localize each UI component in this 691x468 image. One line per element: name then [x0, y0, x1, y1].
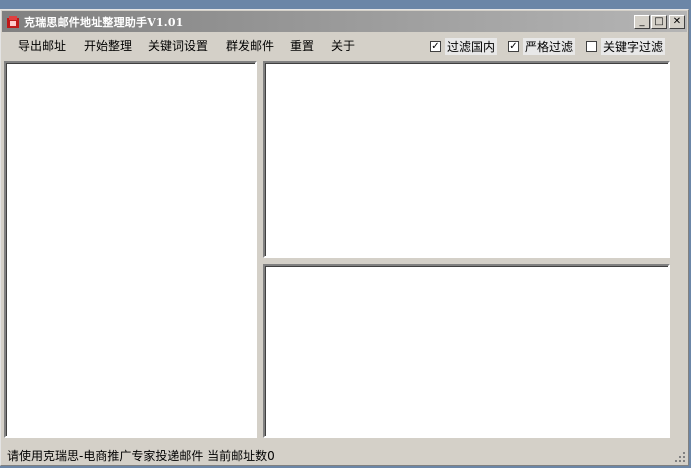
- title-bar[interactable]: 克瑞思邮件地址整理助手V1.01 _ □ ✕: [2, 11, 687, 32]
- menu-export-emails[interactable]: 导出邮址: [18, 37, 66, 54]
- maximize-icon: □: [654, 16, 664, 27]
- resize-grip-icon[interactable]: [674, 451, 686, 463]
- menu-bulk-mail[interactable]: 群发邮件: [226, 37, 274, 54]
- menu-bar: 导出邮址 开始整理 关键词设置 群发邮件 重置 关于 ✓ 过滤国内 ✓ 严格过滤…: [1, 32, 688, 56]
- checkbox-box[interactable]: [586, 41, 597, 52]
- menu-start-organize[interactable]: 开始整理: [84, 37, 132, 54]
- filter-strict-checkbox[interactable]: ✓ 严格过滤: [508, 38, 576, 55]
- menu-about[interactable]: 关于: [331, 37, 355, 54]
- menu-keyword-settings[interactable]: 关键词设置: [148, 37, 208, 54]
- filter-keyword-label: 关键字过滤: [601, 38, 666, 55]
- minimize-icon: _: [639, 16, 645, 27]
- menu-reset[interactable]: 重置: [290, 37, 314, 54]
- status-bar: 请使用克瑞思-电商推广专家投递邮件 当前邮址数0: [3, 443, 686, 463]
- close-button[interactable]: ✕: [669, 15, 685, 29]
- filtered-textarea[interactable]: [263, 264, 670, 438]
- filter-domestic-checkbox[interactable]: ✓ 过滤国内: [430, 38, 498, 55]
- checkbox-box[interactable]: ✓: [430, 41, 441, 52]
- minimize-button[interactable]: _: [634, 15, 650, 29]
- main-window: 克瑞思邮件地址整理助手V1.01 _ □ ✕ 导出邮址 开始整理 关键词设置 群…: [0, 9, 689, 466]
- filter-strict-label: 严格过滤: [523, 38, 576, 55]
- window-title: 克瑞思邮件地址整理助手V1.01: [24, 16, 184, 29]
- checkbox-box[interactable]: ✓: [508, 41, 519, 52]
- status-text: 请使用克瑞思-电商推广专家投递邮件 当前邮址数0: [7, 449, 275, 463]
- email-input-textarea[interactable]: [4, 61, 257, 438]
- close-icon: ✕: [672, 16, 682, 27]
- app-icon: [7, 16, 19, 28]
- filter-domestic-label: 过滤国内: [445, 38, 498, 55]
- result-textarea[interactable]: [263, 61, 670, 258]
- filter-keyword-checkbox[interactable]: 关键字过滤: [586, 38, 666, 55]
- maximize-button[interactable]: □: [651, 15, 667, 29]
